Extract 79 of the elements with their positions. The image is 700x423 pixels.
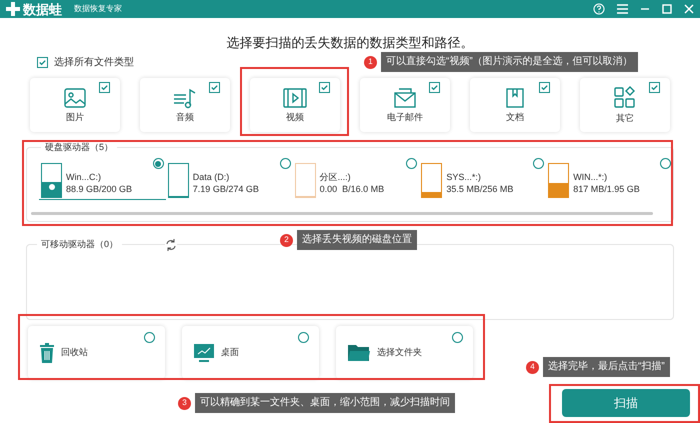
- panel-title: 硬盘驱动器（5）: [41, 141, 118, 153]
- file-type-card[interactable]: 音频: [140, 78, 230, 132]
- file-type-label: 音频: [176, 112, 194, 123]
- drive-item[interactable]: SYS...*:) 35.5 MB/256 MB: [419, 162, 546, 200]
- drive-usage: 35.5 MB/256 MB: [446, 183, 514, 195]
- picture-icon: [63, 87, 87, 109]
- scan-button[interactable]: 扫描: [562, 389, 690, 417]
- annotation-tooltip: 选择丢失视频的磁盘位置: [297, 230, 417, 250]
- app-logo-text: 数据蛙: [23, 2, 62, 16]
- file-type-card[interactable]: 文档: [470, 78, 560, 132]
- location-label: 桌面: [221, 346, 239, 359]
- folder-icon: [347, 342, 371, 362]
- drive-item[interactable]: WIN...*:) 817 MB/1.95 GB: [546, 162, 673, 200]
- file-type-card[interactable]: 视频: [250, 78, 340, 132]
- film-icon: [282, 87, 308, 109]
- radio-button[interactable]: [144, 332, 155, 343]
- radio-button[interactable]: [298, 332, 309, 343]
- trash-icon: [39, 342, 55, 362]
- checkbox[interactable]: [99, 82, 110, 93]
- help-icon[interactable]: [593, 3, 605, 15]
- scrollbar[interactable]: [31, 212, 653, 215]
- drive-usage: 7.19 GB/274 GB: [192, 183, 259, 195]
- drive-name: 分区...:): [320, 171, 352, 183]
- checkbox[interactable]: [429, 82, 440, 93]
- file-type-card[interactable]: 电子邮件: [360, 78, 450, 132]
- location-card[interactable]: 回收站: [28, 326, 165, 379]
- page-heading: 选择要扫描的丢失数据的数据类型和路径。: [226, 34, 474, 52]
- drive-item[interactable]: Data (D:) 7.19 GB/274 GB: [166, 162, 293, 200]
- annotation-tooltip: 选择完毕，最后点击“扫描”: [543, 357, 670, 377]
- envelope-icon: [393, 87, 417, 109]
- drive-name: SYS...*:): [446, 171, 482, 183]
- close-icon[interactable]: [684, 4, 694, 14]
- file-type-card[interactable]: 其它: [580, 78, 670, 132]
- checkbox[interactable]: [319, 82, 330, 93]
- file-type-label: 文档: [506, 112, 524, 123]
- refresh-icon[interactable]: [165, 239, 177, 251]
- panel-title: 可移动驱动器（0）: [37, 238, 122, 250]
- location-card[interactable]: 桌面: [182, 326, 319, 379]
- checkbox[interactable]: [539, 82, 550, 93]
- file-type-label: 图片: [66, 112, 84, 123]
- file-type-card[interactable]: 图片: [30, 78, 120, 132]
- music-note-icon: [172, 87, 198, 109]
- checkbox[interactable]: [209, 82, 220, 93]
- app-subtitle: 数据恢复专家: [74, 3, 122, 15]
- radio-button[interactable]: [280, 158, 291, 169]
- step-number-badge: 4: [526, 360, 539, 374]
- checkbox[interactable]: [649, 82, 660, 93]
- step-number-badge: 3: [178, 396, 191, 410]
- drive-usage: 817 MB/1.95 GB: [573, 183, 640, 195]
- apps-icon: [613, 86, 637, 110]
- maximize-icon[interactable]: [662, 4, 672, 14]
- checkbox[interactable]: [37, 56, 48, 68]
- drive-item[interactable]: 分区...:) 0.00 B/16.0 MB: [292, 162, 420, 200]
- drive-usage: 0.00 B/16.0 MB: [320, 183, 384, 195]
- monitor-icon: [193, 342, 215, 362]
- radio-button[interactable]: [533, 158, 544, 169]
- radio-button[interactable]: [660, 158, 671, 169]
- logo-icon: [6, 2, 20, 16]
- file-type-label: 视频: [286, 112, 304, 123]
- file-type-label: 其它: [616, 113, 634, 124]
- drive-name: WIN...*:): [573, 171, 608, 183]
- radio-button[interactable]: [152, 158, 164, 169]
- radio-button[interactable]: [452, 332, 463, 343]
- location-label: 回收站: [61, 346, 88, 359]
- step-number-badge: 2: [280, 234, 293, 246]
- drive-name: Win...C:): [66, 171, 102, 183]
- drive-name: Data (D:): [192, 171, 230, 183]
- drive-usage: 88.9 GB/200 GB: [66, 183, 132, 195]
- location-label: 选择文件夹: [377, 346, 422, 359]
- file-type-label: 电子邮件: [387, 112, 423, 123]
- document-icon: [504, 87, 526, 109]
- menu-icon[interactable]: [617, 4, 628, 14]
- step-number-badge: 1: [364, 56, 377, 68]
- annotation-tooltip: 可以直接勾选“视频”（图片演示的是全选，但可以取消）: [381, 52, 638, 72]
- location-card[interactable]: 选择文件夹: [336, 326, 473, 379]
- annotation-tooltip: 可以精确到某一文件夹、桌面，缩小范围，减少扫描时间: [195, 393, 455, 413]
- drive-item[interactable]: Win...C:) 88.9 GB/200 GB: [39, 162, 166, 200]
- radio-button[interactable]: [406, 158, 418, 169]
- select-all-label: 选择所有文件类型: [54, 56, 134, 70]
